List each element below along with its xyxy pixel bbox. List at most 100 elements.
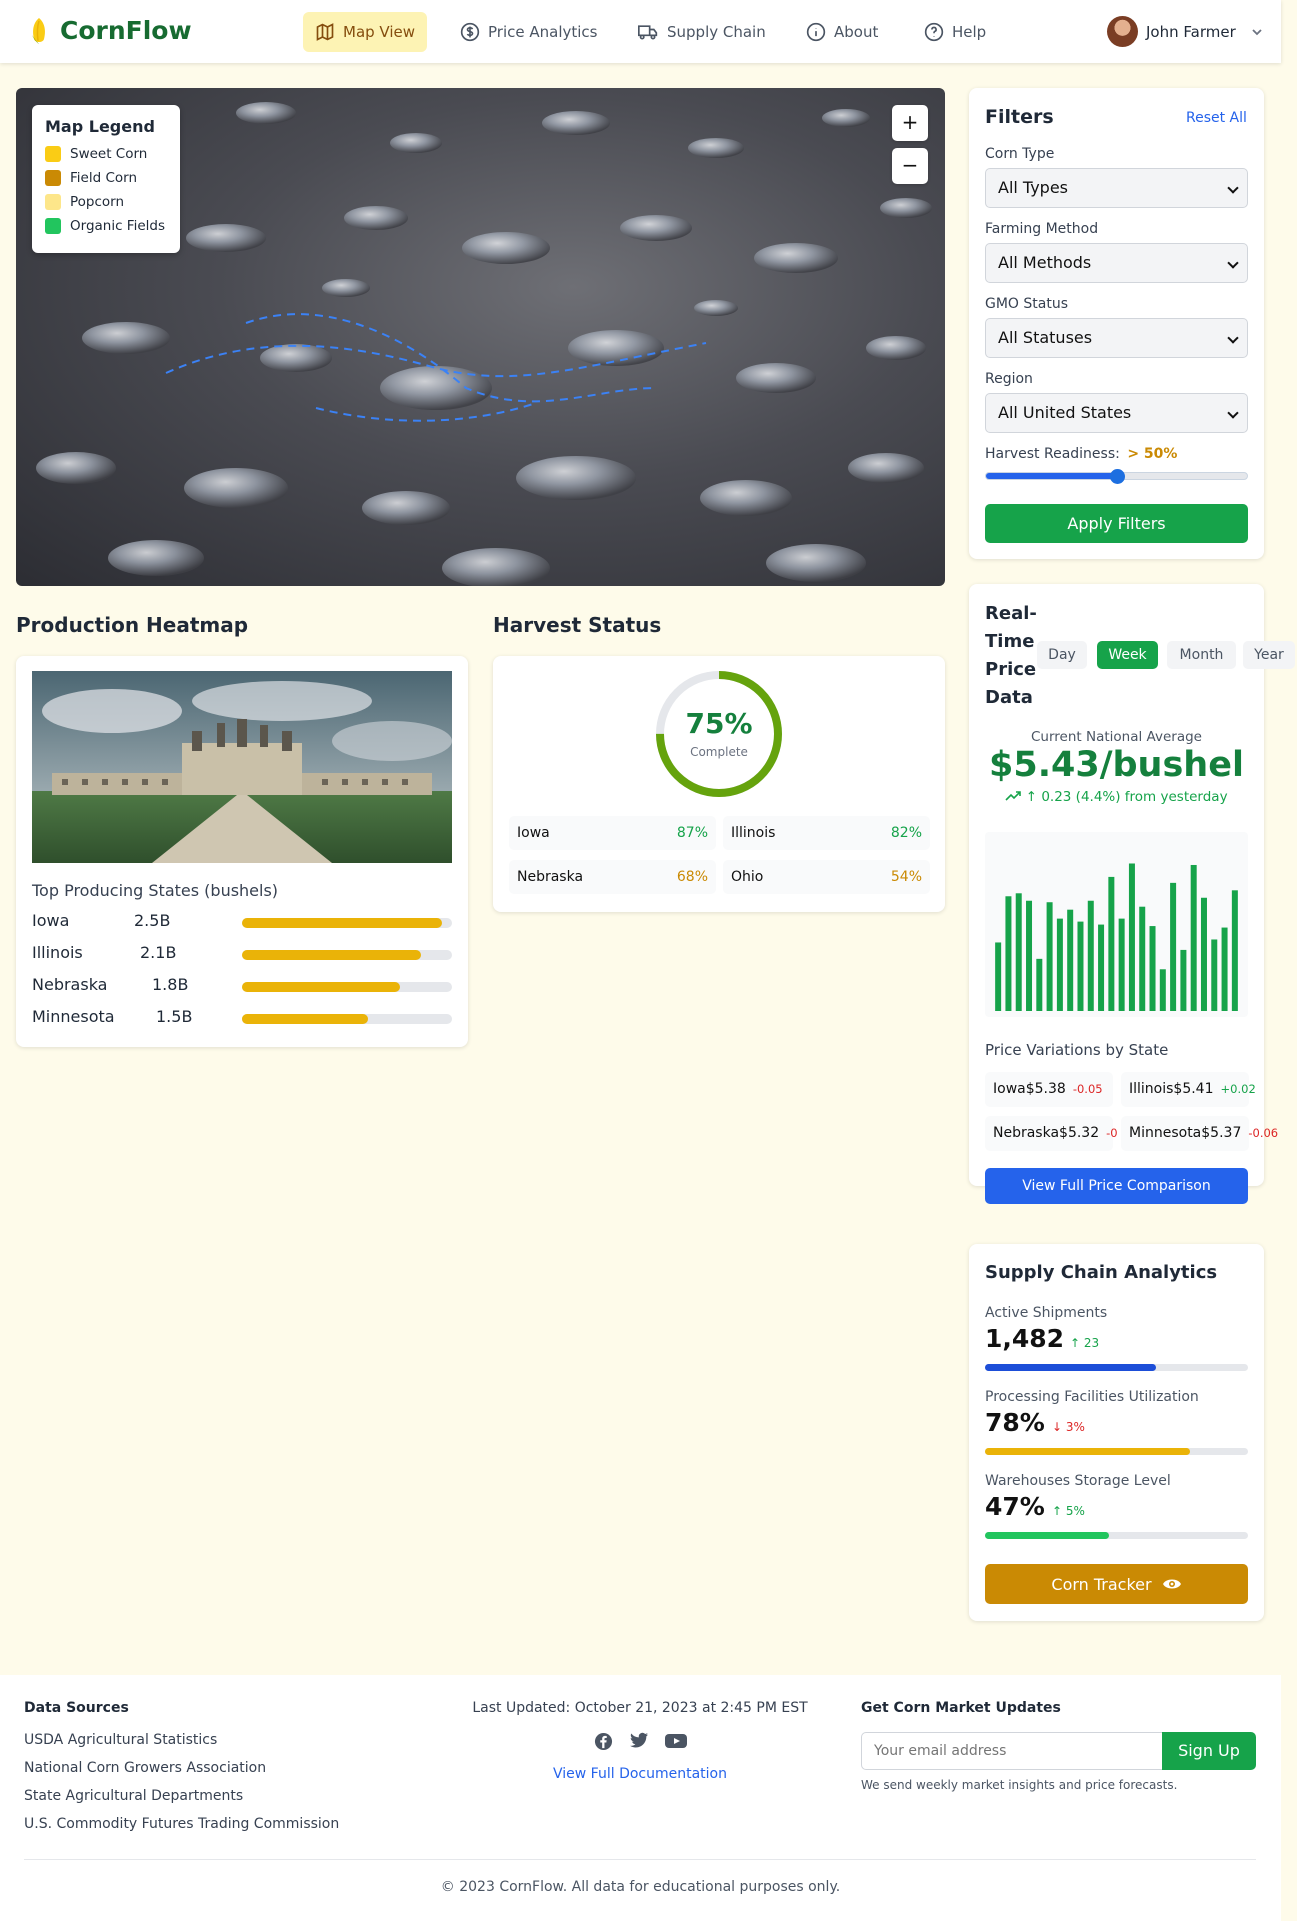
facebook-icon[interactable] — [594, 1732, 613, 1751]
price-variation-minnesota: Minnesota$5.37 -0.06 — [1121, 1116, 1278, 1151]
nav-help[interactable]: Help — [912, 12, 998, 52]
active-shipments-change: ↑ 23 — [1070, 1336, 1100, 1350]
sign-up-button[interactable]: Sign Up — [1162, 1732, 1256, 1770]
price-bar — [1087, 900, 1094, 1011]
farming-method-select[interactable]: All Methods — [985, 243, 1248, 283]
price-bar — [1200, 897, 1207, 1011]
production-bar-fill — [242, 982, 400, 992]
nav-label: Help — [952, 23, 987, 41]
warehouse-storage-bar — [985, 1532, 1248, 1539]
warehouse-storage-label: Warehouses Storage Level — [985, 1473, 1171, 1489]
state-percent: 68% — [676, 869, 708, 885]
info-icon — [806, 22, 826, 42]
chevron-down-icon — [1227, 257, 1239, 269]
price-bar — [1036, 958, 1043, 1011]
metric-bar-fill — [985, 1364, 1156, 1371]
state-price: $5.32 — [1059, 1125, 1100, 1141]
gmo-status-select[interactable]: All Statuses — [985, 318, 1248, 358]
price-bar — [1056, 918, 1063, 1011]
state-price: $5.37 — [1201, 1125, 1242, 1141]
state-value: 1.5B — [156, 1007, 193, 1026]
state-name: Iowa — [32, 911, 70, 930]
price-bar — [1108, 876, 1115, 1011]
footer-divider — [24, 1859, 1256, 1860]
price-change-text: ↑ 0.23 (4.4%) from yesterday — [1025, 789, 1228, 805]
state-value: 2.1B — [140, 943, 177, 962]
state-change: +0.02 — [1220, 1082, 1256, 1096]
variations-title: Price Variations by State — [985, 1041, 1169, 1059]
price-bar — [1015, 893, 1022, 1011]
source-link-cftc[interactable]: U.S. Commodity Futures Trading Commissio… — [24, 1816, 339, 1832]
price-bar — [1118, 918, 1125, 1011]
reset-all-link[interactable]: Reset All — [1186, 110, 1247, 126]
price-bar — [1211, 939, 1218, 1011]
nav-label: Supply Chain — [667, 23, 766, 41]
zoom-out-button[interactable]: − — [892, 148, 928, 184]
chevron-down-icon — [1227, 407, 1239, 419]
price-change: ↑ 0.23 (4.4%) from yesterday — [985, 789, 1248, 805]
price-bar — [1139, 906, 1146, 1011]
state-name: Illinois — [1129, 1081, 1174, 1097]
updates-title: Get Corn Market Updates — [861, 1700, 1061, 1716]
state-name: Nebraska — [517, 869, 584, 885]
youtube-icon[interactable] — [665, 1732, 687, 1750]
price-bar — [1180, 949, 1187, 1011]
source-link-usda[interactable]: USDA Agricultural Statistics — [24, 1732, 217, 1748]
warehouse-storage-change: ↑ 5% — [1052, 1504, 1085, 1518]
processing-utilization-bar — [985, 1448, 1248, 1455]
data-sources-title: Data Sources — [24, 1700, 129, 1716]
production-bar-fill — [242, 950, 421, 960]
production-bar-track — [242, 1014, 452, 1024]
state-change: -0.06 — [1248, 1126, 1279, 1140]
nav-supply-chain[interactable]: Supply Chain — [625, 12, 778, 52]
user-menu[interactable]: John Farmer — [1107, 16, 1264, 47]
legend-swatch — [45, 193, 61, 210]
select-value: All Types — [998, 178, 1069, 197]
nav-map-view[interactable]: Map View — [303, 12, 428, 52]
legend-item-organic-fields: Organic Fields — [45, 217, 167, 234]
harvest-status-title: Harvest Status — [493, 613, 662, 637]
slider-thumb[interactable] — [1109, 469, 1125, 484]
corn-type-select[interactable]: All Types — [985, 168, 1248, 208]
region-select[interactable]: All United States — [985, 393, 1248, 433]
tab-month[interactable]: Month — [1167, 641, 1236, 669]
avatar — [1107, 16, 1138, 47]
email-input[interactable] — [861, 1732, 1162, 1770]
tab-week[interactable]: Week — [1097, 641, 1158, 669]
brand-name: CornFlow — [60, 16, 192, 45]
legend-label: Popcorn — [70, 193, 125, 210]
last-updated: Last Updated: October 21, 2023 at 2:45 P… — [472, 1700, 808, 1716]
price-bar — [995, 942, 1002, 1011]
state-name: Illinois — [731, 825, 776, 841]
select-value: All Statuses — [998, 328, 1093, 347]
twitter-icon[interactable] — [629, 1732, 649, 1750]
view-price-comparison-button[interactable]: View Full Price Comparison — [985, 1168, 1248, 1204]
harvest-complete-label: Complete — [690, 745, 748, 759]
castle-picture — [32, 671, 452, 863]
avg-label: Current National Average — [1031, 729, 1202, 745]
zoom-in-button[interactable]: + — [892, 105, 928, 141]
tab-year[interactable]: Year — [1243, 641, 1295, 669]
tab-day[interactable]: Day — [1037, 641, 1087, 669]
production-row-minnesota: Minnesota 1.5B — [32, 1007, 453, 1029]
state-name: Iowa — [993, 1081, 1026, 1097]
view-documentation-link[interactable]: View Full Documentation — [440, 1766, 840, 1782]
harvest-state-iowa: Iowa 87% — [509, 816, 716, 850]
source-link-state-departments[interactable]: State Agricultural Departments — [24, 1788, 243, 1804]
nav-about[interactable]: About — [794, 12, 890, 52]
price-bar — [1026, 900, 1033, 1011]
processing-utilization-label: Processing Facilities Utilization — [985, 1389, 1199, 1405]
filters-title: Filters — [985, 106, 1054, 128]
price-bar — [1221, 927, 1228, 1011]
state-name: Minnesota — [1129, 1125, 1202, 1141]
harvest-state-illinois: Illinois 82% — [723, 816, 930, 850]
price-title-line: Real- — [985, 603, 1037, 624]
nav-price-analytics[interactable]: Price Analytics — [448, 12, 609, 52]
source-link-ncga[interactable]: National Corn Growers Association — [24, 1760, 266, 1776]
state-percent: 87% — [676, 825, 708, 841]
legend-swatch — [45, 169, 61, 186]
corn-tracker-button[interactable]: Corn Tracker — [985, 1564, 1248, 1604]
legend-title: Map Legend — [45, 117, 155, 136]
apply-filters-button[interactable]: Apply Filters — [985, 504, 1248, 543]
brand-logo[interactable]: CornFlow — [30, 16, 192, 45]
